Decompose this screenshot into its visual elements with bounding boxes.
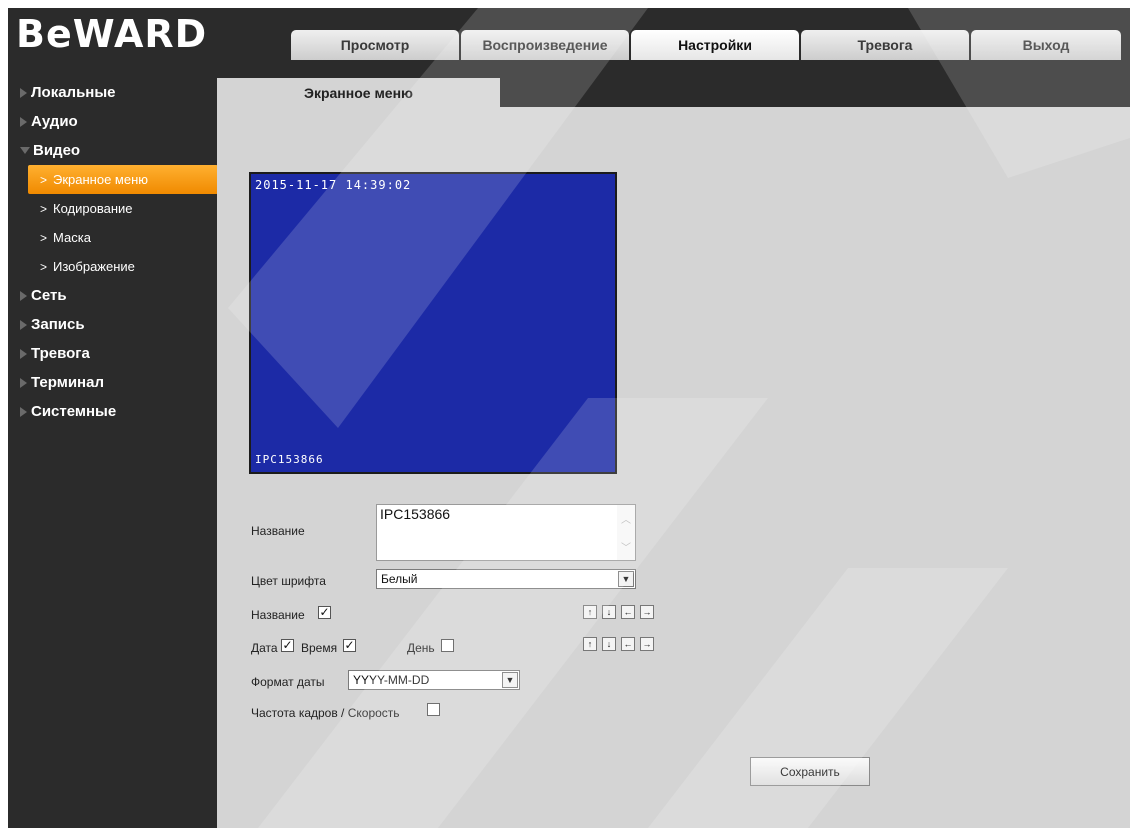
day-label: День xyxy=(407,641,435,655)
sidebar-item-label: Терминал xyxy=(31,374,104,391)
name-label: Название xyxy=(251,524,305,538)
osd-datetime: 2015-11-17 14:39:02 xyxy=(255,178,412,192)
sidebar-sub-osd[interactable]: > Экранное меню xyxy=(28,165,218,194)
sidebar-item-label: Системные xyxy=(31,403,117,420)
sidebar-item-terminal[interactable]: Терминал xyxy=(8,368,217,397)
video-preview: 2015-11-17 14:39:02 IPC153866 xyxy=(249,172,617,474)
tab-alarm[interactable]: Тревога xyxy=(801,30,969,60)
date-move-right-button[interactable]: → xyxy=(640,637,654,651)
triangle-right-icon xyxy=(20,87,27,98)
name-move-right-button[interactable]: → xyxy=(640,605,654,619)
date-format-value: YYYY-MM-DD xyxy=(353,673,430,687)
chevron-right-icon: > xyxy=(40,201,48,216)
date-label: Дата xyxy=(251,641,278,655)
date-move-left-button[interactable]: ← xyxy=(621,637,635,651)
sidebar-item-local[interactable]: Локальные xyxy=(8,78,217,107)
sidebar-sub-mask[interactable]: > Маска xyxy=(8,223,217,252)
chevron-up-icon: ︿ xyxy=(621,515,631,526)
sidebar-item-label: Тревога xyxy=(31,345,90,362)
tab-logout[interactable]: Выход xyxy=(971,30,1121,60)
chevron-down-icon: ▼ xyxy=(618,571,634,587)
time-checkbox[interactable]: ✓ xyxy=(343,639,356,652)
name-move-down-button[interactable]: ↓ xyxy=(602,605,616,619)
name-move-left-button[interactable]: ← xyxy=(621,605,635,619)
name-textarea-value: IPC153866 xyxy=(380,506,451,522)
triangle-right-icon xyxy=(20,319,27,330)
sidebar-sub-image[interactable]: > Изображение xyxy=(8,252,217,281)
sidebar-item-label: Аудио xyxy=(31,113,78,130)
show-name-label: Название xyxy=(251,608,305,622)
chevron-down-icon: ﹀ xyxy=(621,543,631,554)
sidebar-item-record[interactable]: Запись xyxy=(8,310,217,339)
date-move-down-button[interactable]: ↓ xyxy=(602,637,616,651)
triangle-right-icon xyxy=(20,377,27,388)
sidebar: Локальные Аудио Видео > Экранное меню > … xyxy=(8,78,218,426)
tab-playback[interactable]: Воспроизведение xyxy=(461,30,629,60)
sidebar-item-video[interactable]: Видео xyxy=(8,136,217,165)
triangle-right-icon xyxy=(20,290,27,301)
sidebar-item-system[interactable]: Системные xyxy=(8,397,217,426)
date-format-label: Формат даты xyxy=(251,675,325,689)
save-button[interactable]: Сохранить xyxy=(750,757,870,786)
sidebar-item-label: Видео xyxy=(33,142,81,159)
fps-label: Частота кадров / Скорость xyxy=(251,706,400,720)
sidebar-item-alarm[interactable]: Тревога xyxy=(8,339,217,368)
date-format-select[interactable]: YYYY-MM-DD ▼ xyxy=(348,670,520,690)
time-label: Время xyxy=(301,641,338,655)
triangle-right-icon xyxy=(20,348,27,359)
name-move-up-button[interactable]: ↑ xyxy=(583,605,597,619)
sidebar-sub-encoding[interactable]: > Кодирование xyxy=(8,194,217,223)
sidebar-sub-label: Изображение xyxy=(53,259,135,274)
date-move-up-button[interactable]: ↑ xyxy=(583,637,597,651)
triangle-right-icon xyxy=(20,406,27,417)
chevron-right-icon: > xyxy=(40,230,48,245)
app-window: BeWARD Просмотр Воспроизведение Настройк… xyxy=(8,8,1130,828)
date-checkbox[interactable]: ✓ xyxy=(281,639,294,652)
name-textarea[interactable]: IPC153866 ︿ ﹀ xyxy=(376,504,636,561)
triangle-right-icon xyxy=(20,116,27,127)
textarea-scrollbar[interactable]: ︿ ﹀ xyxy=(617,505,635,560)
sidebar-sub-label: Экранное меню xyxy=(53,172,149,187)
sidebar-item-label: Локальные xyxy=(31,84,116,101)
sidebar-item-label: Запись xyxy=(31,316,85,333)
sidebar-sub-label: Маска xyxy=(53,230,91,245)
font-color-label: Цвет шрифта xyxy=(251,574,326,588)
triangle-down-icon xyxy=(20,147,30,154)
sidebar-item-network[interactable]: Сеть xyxy=(8,281,217,310)
show-name-checkbox[interactable]: ✓ xyxy=(318,606,331,619)
main-content: Экранное меню 2015-11-17 14:39:02 IPC153… xyxy=(217,78,1130,828)
day-checkbox[interactable] xyxy=(441,639,454,652)
sidebar-item-audio[interactable]: Аудио xyxy=(8,107,217,136)
tab-settings[interactable]: Настройки xyxy=(631,30,799,60)
tab-osd[interactable]: Экранное меню xyxy=(217,78,500,107)
fps-checkbox[interactable] xyxy=(427,703,440,716)
font-color-select[interactable]: Белый ▼ xyxy=(376,569,636,589)
chevron-right-icon: > xyxy=(40,172,48,187)
beward-logo: BeWARD xyxy=(16,12,208,56)
chevron-right-icon: > xyxy=(40,259,48,274)
sidebar-sub-label: Кодирование xyxy=(53,201,133,216)
sidebar-item-label: Сеть xyxy=(31,287,67,304)
tab-view[interactable]: Просмотр xyxy=(291,30,459,60)
top-navigation: Просмотр Воспроизведение Настройки Трево… xyxy=(291,30,1121,60)
osd-camera-name: IPC153866 xyxy=(255,453,324,466)
font-color-value: Белый xyxy=(381,572,418,586)
chevron-down-icon: ▼ xyxy=(502,672,518,688)
